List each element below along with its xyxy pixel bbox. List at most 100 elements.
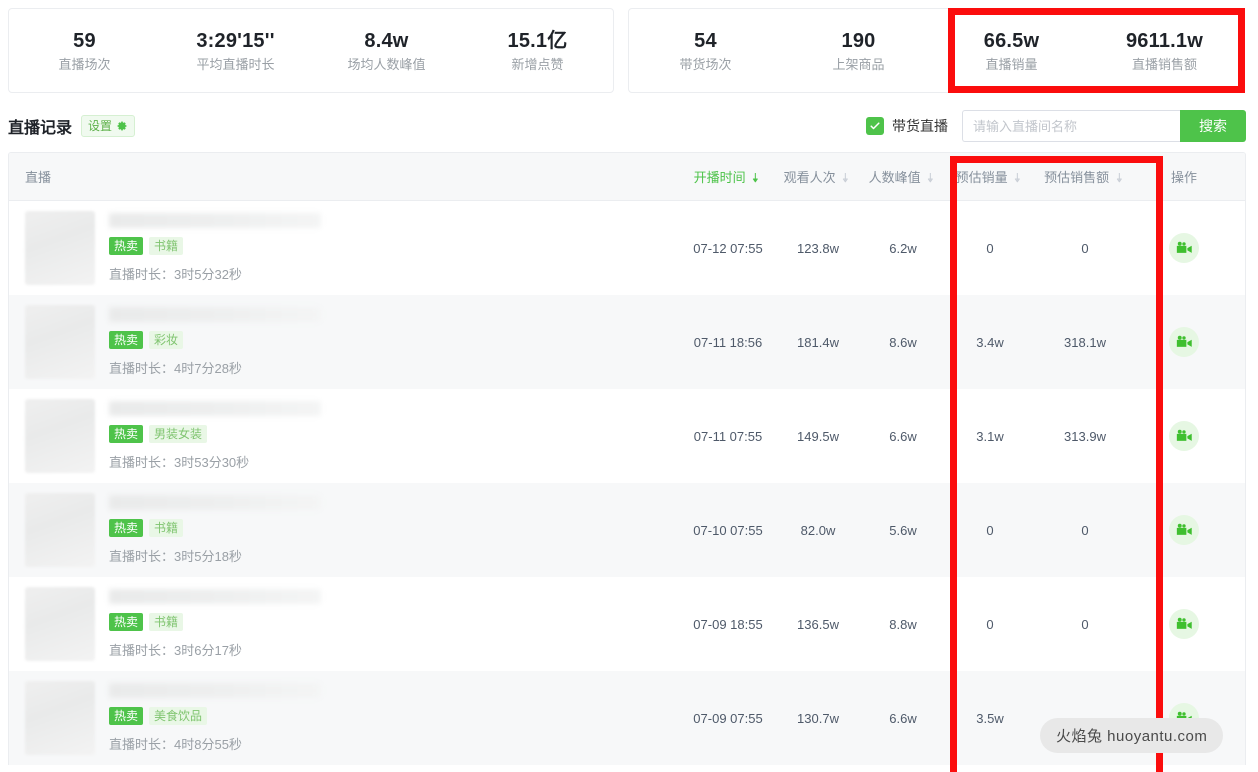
cell-views: 181.4w: [797, 334, 839, 350]
column-header-peak[interactable]: 人数峰值: [861, 167, 945, 187]
table-row[interactable]: 热卖 书籍 直播时长：3时6分17秒 07-09 18:55 136.5w 8.8w 0 0: [9, 577, 1245, 671]
live-room-title: [109, 400, 321, 416]
hot-badge: 热卖: [109, 236, 144, 256]
settings-button[interactable]: 设置: [81, 114, 136, 138]
cell-peak: 6.6w: [889, 428, 917, 444]
stat-value: 54: [694, 29, 717, 52]
live-duration: 直播时长：3时53分30秒: [109, 455, 250, 471]
stat-label: 场均人数峰值: [347, 56, 426, 72]
cell-est-sales: 0: [986, 616, 994, 632]
category-badge: 美食饮品: [149, 706, 208, 726]
cell-start-time: 07-12 07:55: [693, 240, 763, 256]
column-header-peak-label: 人数峰值: [868, 169, 921, 185]
checkbox-checked-icon: [866, 117, 884, 135]
stat-new-likes: 15.1亿 新增点赞: [462, 31, 613, 71]
hot-badge: 热卖: [109, 518, 144, 538]
cell-action: [1135, 233, 1233, 263]
gear-icon: [116, 120, 128, 132]
cell-live-info: 热卖 男装女装直播时长：3时53分30秒: [9, 399, 681, 473]
column-header-start-time-label: 开播时间: [693, 169, 746, 185]
cell-action: [1135, 515, 1233, 545]
commerce-live-checkbox[interactable]: 带货直播: [866, 116, 948, 136]
commerce-live-label: 带货直播: [892, 118, 948, 134]
stat-live-gmv: 9611.1w 直播销售额: [1088, 31, 1241, 71]
cell-peak: 6.2w: [889, 240, 917, 256]
hot-badge: 热卖: [109, 424, 144, 444]
column-header-est-gmv-label: 预估销售额: [1044, 169, 1110, 185]
live-room-title: [109, 588, 321, 604]
column-header-est-sales-label: 预估销量: [955, 169, 1008, 185]
view-live-replay-button[interactable]: [1169, 421, 1199, 451]
table-row[interactable]: 热卖 彩妆 直播时长：4时7分28秒 07-11 18:56 181.4w 8.6w 3.4…: [9, 295, 1245, 389]
sort-icon: [1014, 172, 1024, 187]
stat-value: 3:29'15'': [196, 29, 275, 52]
sort-icon: [842, 172, 852, 187]
cell-views: 123.8w: [797, 240, 839, 256]
cell-views: 136.5w: [797, 616, 839, 632]
sort-icon: [1116, 172, 1126, 187]
live-thumbnail: [25, 681, 95, 755]
category-badge: 书籍: [149, 518, 184, 538]
table-row[interactable]: 热卖 书籍 直播时长：3时5分32秒 07-12 07:55 123.8w 6.2w 0 0: [9, 201, 1245, 295]
stat-label: 上架商品: [832, 56, 885, 72]
view-live-replay-button[interactable]: [1169, 609, 1199, 639]
live-records-table: 直播 开播时间 观看人次 人数峰值 预估销量 预估销售额 操作 热卖 书籍 直播…: [8, 152, 1246, 765]
summary-cards: 59 直播场次 3:29'15'' 平均直播时长 8.4w 场均人数峰值 15.…: [0, 0, 1258, 100]
category-badge: 男装女装: [149, 424, 208, 444]
watermark: 火焰兔 huoyantu.com: [1040, 718, 1224, 753]
column-header-live: 直播: [25, 170, 52, 185]
search-input[interactable]: [962, 110, 1180, 142]
live-room-title: [109, 306, 321, 322]
stat-commerce-sessions: 54 带货场次: [629, 31, 782, 71]
column-header-views-label: 观看人次: [783, 169, 836, 185]
cell-est-sales: 0: [986, 522, 994, 538]
stat-label: 直播销量: [985, 56, 1038, 72]
cell-action: [1135, 421, 1233, 451]
live-room-title: [109, 212, 321, 228]
stat-value: 66.5w: [983, 29, 1040, 52]
table-toolbar: 直播记录 设置 带货直播 搜索: [0, 100, 1258, 152]
column-header-start-time[interactable]: 开播时间: [681, 167, 775, 187]
view-live-replay-button[interactable]: [1169, 327, 1199, 357]
live-duration: 直播时长：4时8分55秒: [109, 737, 242, 753]
live-room-title: [109, 494, 321, 510]
cell-est-gmv: 0: [1081, 522, 1089, 538]
table-body: 热卖 书籍 直播时长：3时5分32秒 07-12 07:55 123.8w 6.2w 0 0 热…: [9, 201, 1245, 765]
cell-peak: 5.6w: [889, 522, 917, 538]
stat-value: 8.4w: [364, 29, 409, 52]
cell-est-gmv: 318.1w: [1064, 334, 1106, 350]
settings-button-label: 设置: [88, 118, 113, 133]
table-header-row: 直播 开播时间 观看人次 人数峰值 预估销量 预估销售额 操作: [9, 153, 1245, 201]
cell-start-time: 07-11 07:55: [693, 428, 763, 444]
cell-views: 130.7w: [797, 710, 839, 726]
cell-live-info: 热卖 美食饮品 直播时长：4时8分55秒: [9, 681, 681, 755]
stat-value: 190: [841, 29, 876, 52]
view-live-replay-button[interactable]: [1169, 233, 1199, 263]
category-badge: 彩妆: [149, 330, 184, 350]
category-badge: 书籍: [149, 236, 184, 256]
cell-start-time: 07-09 18:55: [693, 616, 763, 632]
table-row[interactable]: 热卖 书籍 直播时长：3时5分18秒 07-10 07:55 82.0w 5.6w 0 0: [9, 483, 1245, 577]
cell-views: 82.0w: [800, 522, 836, 538]
stat-avg-peak-viewers: 8.4w 场均人数峰值: [311, 31, 462, 71]
stat-value: 15.1亿: [507, 29, 568, 52]
column-header-est-gmv[interactable]: 预估销售额: [1035, 167, 1135, 187]
column-header-views[interactable]: 观看人次: [775, 167, 861, 187]
cell-action: [1135, 327, 1233, 357]
live-room-title: [109, 682, 321, 698]
search-group: 搜索: [962, 110, 1246, 142]
cell-live-info: 热卖 彩妆 直播时长：4时7分28秒: [9, 305, 681, 379]
stat-label: 带货场次: [679, 56, 732, 72]
column-header-action: 操作: [1170, 170, 1197, 185]
column-header-est-sales[interactable]: 预估销量: [945, 167, 1035, 187]
stat-card-live-overview: 59 直播场次 3:29'15'' 平均直播时长 8.4w 场均人数峰值 15.…: [8, 8, 614, 93]
search-button[interactable]: 搜索: [1180, 110, 1246, 142]
cell-views: 149.5w: [797, 428, 839, 444]
live-thumbnail: [25, 587, 95, 661]
table-row[interactable]: 热卖 男装女装直播时长：3时53分30秒 07-11 07:55 149.5w 6.6w…: [9, 389, 1245, 483]
cell-est-sales: 3.4w: [976, 334, 1004, 350]
stat-avg-duration: 3:29'15'' 平均直播时长: [160, 31, 311, 71]
live-thumbnail: [25, 305, 95, 379]
view-live-replay-button[interactable]: [1169, 515, 1199, 545]
hot-badge: 热卖: [109, 330, 144, 350]
